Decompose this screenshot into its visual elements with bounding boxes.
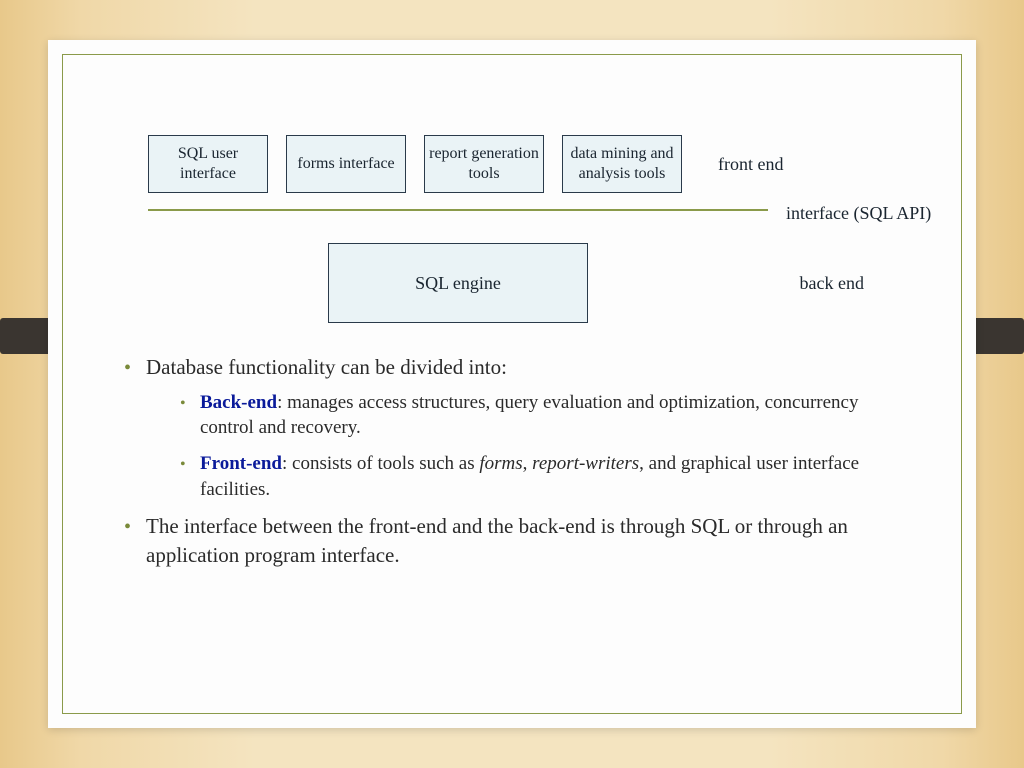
bullet-2-text: The interface between the front-end and … <box>146 514 848 566</box>
bullet-2: The interface between the front-end and … <box>118 512 906 569</box>
bullet-1: Database functionality can be divided in… <box>118 353 906 502</box>
box-report-generation: report generation tools <box>424 135 544 193</box>
interface-label: interface (SQL API) <box>786 201 931 225</box>
bullet-list: Database functionality can be divided in… <box>118 353 906 569</box>
bullet-1b-label: Front-end <box>200 453 282 474</box>
interface-row: interface (SQL API) <box>148 201 906 225</box>
divider-line <box>148 209 768 211</box>
box-sql-user-interface: SQL user interface <box>148 135 268 193</box>
bullet-1a: Back-end: manages access structures, que… <box>174 390 906 441</box>
bullet-1b-pre: : consists of tools such as <box>282 453 479 474</box>
box-sql-engine: SQL engine <box>328 243 588 323</box>
bullet-1b-forms: forms <box>479 453 522 474</box>
box-forms-interface: forms interface <box>286 135 406 193</box>
front-end-label: front end <box>718 154 783 175</box>
front-end-row: SQL user interface forms interface repor… <box>148 135 906 193</box>
slide-inner-border: SQL user interface forms interface repor… <box>62 54 962 714</box>
back-end-row: SQL engine back end <box>148 243 906 323</box>
bullet-1b: Front-end: consists of tools such as for… <box>174 451 906 502</box>
bullet-1-text: Database functionality can be divided in… <box>146 355 507 379</box>
bullet-1a-label: Back-end <box>200 392 277 413</box>
architecture-diagram: SQL user interface forms interface repor… <box>148 135 906 323</box>
box-data-mining: data mining and analysis tools <box>562 135 682 193</box>
bullet-1b-report-writers: report-writers <box>532 453 639 474</box>
bullet-1b-mid1: , <box>523 453 533 474</box>
back-end-label: back end <box>800 273 864 294</box>
bullet-1a-text: : manages access structures, query evalu… <box>200 392 858 439</box>
slide-card: SQL user interface forms interface repor… <box>48 40 976 728</box>
